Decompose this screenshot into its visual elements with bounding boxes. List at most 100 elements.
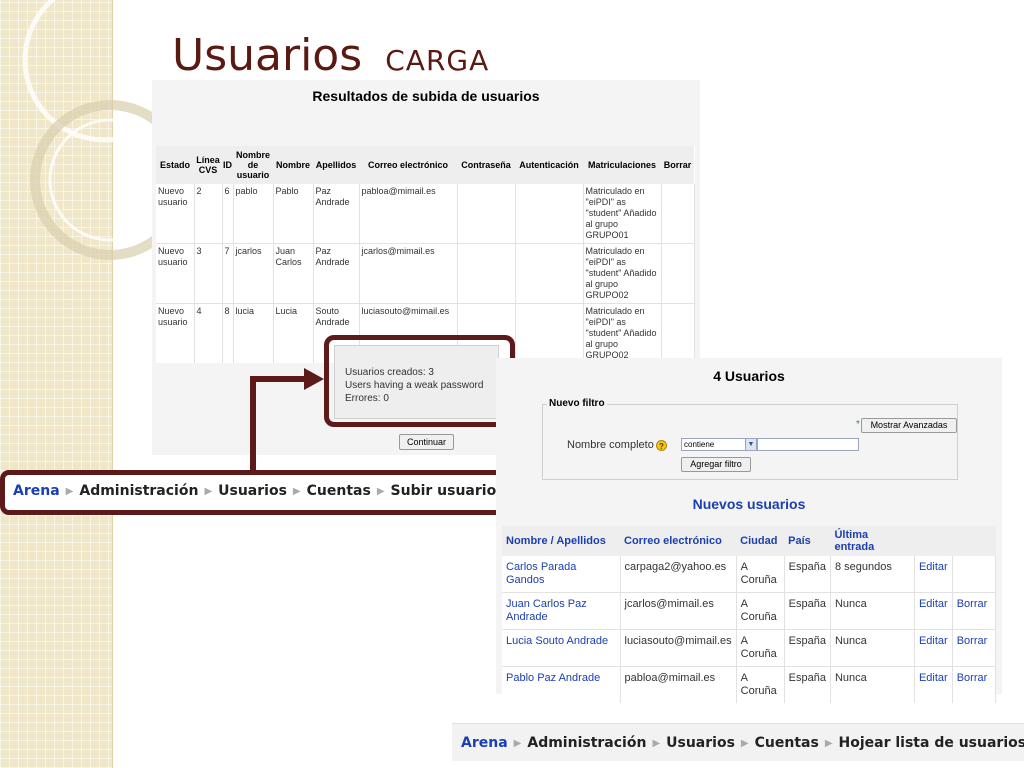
table-row: Juan Carlos Paz Andrade jcarlos@mimail.e… <box>502 592 997 630</box>
filter-value-input[interactable] <box>757 438 859 451</box>
user-country: España <box>784 556 831 593</box>
cell-enrolments: Matriculado en "eiPDI" as "student" Añad… <box>583 303 662 363</box>
add-filter-button[interactable]: Agregar filtro <box>681 457 751 472</box>
chevron-down-icon: ▼ <box>745 439 756 450</box>
edit-link[interactable]: Editar <box>914 629 953 667</box>
cell-id: 8 <box>222 303 234 363</box>
cell-nombre: Pablo <box>273 184 314 244</box>
breadcrumb-administracion[interactable]: Administración <box>79 483 198 499</box>
cell-password <box>457 184 516 244</box>
user-country: España <box>784 592 831 630</box>
summary-highlight-frame <box>324 335 515 427</box>
filter-legend: Nuevo filtro <box>547 398 607 409</box>
user-city: A Coruña <box>736 629 785 667</box>
cell-email: pabloa@mimail.es <box>359 184 458 244</box>
cell-estado: Nuevo usuario <box>156 243 195 304</box>
delete-link[interactable]: Borrar <box>952 592 997 630</box>
continue-button[interactable]: Continuar <box>399 434 454 450</box>
col-delete: Borrar <box>661 146 694 184</box>
user-name-link[interactable]: Lucia Souto Andrade <box>502 629 621 667</box>
breadcrumb-separator-icon: ▶ <box>513 738 522 749</box>
edit-link[interactable]: Editar <box>914 666 953 703</box>
cell-linea: 4 <box>194 303 223 363</box>
cell-apellidos: Paz Andrade <box>313 184 360 244</box>
cell-id: 6 <box>222 184 234 244</box>
user-email: luciasouto@mimail.es <box>620 629 737 667</box>
col-country-sort[interactable]: País <box>784 526 831 556</box>
breadcrumb-separator-icon: ▶ <box>292 486 301 497</box>
col-linea: Línea CVS <box>194 146 222 184</box>
table-row: Pablo Paz Andrade pabloa@mimail.es A Cor… <box>502 666 997 703</box>
cell-nombre: Juan Carlos <box>273 243 314 304</box>
cell-delete <box>661 303 695 363</box>
col-id: ID <box>222 146 233 184</box>
col-apellidos: Apellidos <box>313 146 359 184</box>
breadcrumb-hojear-lista: Hojear lista de usuarios <box>838 735 1024 751</box>
cell-delete <box>661 184 695 244</box>
breadcrumb-user-list: Arena ▶ Administración ▶ Usuarios ▶ Cuentas ▶ Ho… <box>452 723 1024 761</box>
cell-estado: Nuevo usuario <box>156 303 195 363</box>
col-email-sort[interactable]: Correo electrónico <box>620 526 737 556</box>
cell-apellidos: Paz Andrade <box>313 243 360 304</box>
breadcrumb-cuentas[interactable]: Cuentas <box>755 735 819 751</box>
help-icon[interactable]: ? <box>656 440 667 451</box>
cell-enrolments: Matriculado en "eiPDI" as "student" Añad… <box>583 184 662 244</box>
filter-operator-value: contiene <box>684 440 715 449</box>
user-name-link[interactable]: Juan Carlos Paz Andrade <box>502 592 621 630</box>
breadcrumb-usuarios[interactable]: Usuarios <box>218 483 287 499</box>
slide-title: Usuarios CARGA <box>172 30 489 81</box>
breadcrumb-separator-icon: ▶ <box>652 738 661 749</box>
upload-results-heading: Resultados de subida de usuarios <box>312 88 540 104</box>
cell-username: pablo <box>233 184 274 244</box>
new-users-title: Nuevos usuarios <box>692 496 806 512</box>
filter-operator-select[interactable]: contiene ▼ <box>681 438 757 451</box>
breadcrumb-cuentas[interactable]: Cuentas <box>307 483 371 499</box>
cell-delete <box>661 243 695 304</box>
slide-title-main: Usuarios <box>172 30 363 81</box>
user-name-link[interactable]: Carlos Parada Gandos <box>502 556 621 593</box>
user-email: pabloa@mimail.es <box>620 666 737 703</box>
cell-auth <box>515 303 584 363</box>
table-row: Lucia Souto Andrade luciasouto@mimail.es… <box>502 629 997 667</box>
table-row: Nuevo usuario 2 6 pablo Pablo Paz Andrad… <box>156 184 695 244</box>
edit-link[interactable]: Editar <box>914 556 953 593</box>
breadcrumb-arena-link[interactable]: Arena <box>13 483 60 499</box>
slide-title-sub: CARGA <box>385 44 490 77</box>
col-password: Contraseña <box>457 146 515 184</box>
table-row: Carlos Parada Gandos carpaga2@yahoo.es A… <box>502 556 997 593</box>
breadcrumb-arena-link[interactable]: Arena <box>461 735 508 751</box>
breadcrumb-separator-icon: ▶ <box>204 486 213 497</box>
delete-link[interactable]: Borrar <box>952 666 997 703</box>
user-list-table: Nombre / Apellidos Correo electrónico Ci… <box>502 526 997 703</box>
cell-enrolments: Matriculado en "eiPDI" as "student" Añad… <box>583 243 662 304</box>
filter-field-label: Nombre completo <box>567 439 654 451</box>
user-last-access: Nunca <box>830 592 915 630</box>
col-auth: Autenticación <box>515 146 583 184</box>
col-name-sort[interactable]: Nombre / Apellidos <box>502 526 620 556</box>
user-city: A Coruña <box>736 666 785 703</box>
cell-nombre: Lucia <box>273 303 314 363</box>
col-email: Correo electrónico <box>359 146 457 184</box>
cell-password <box>457 243 516 304</box>
upload-results-table: Estado Línea CVS ID Nombre de usuario No… <box>156 146 695 363</box>
col-last-access-sort[interactable]: Última entrada <box>830 526 915 556</box>
user-email: carpaga2@yahoo.es <box>620 556 737 593</box>
breadcrumb-administracion[interactable]: Administración <box>527 735 646 751</box>
edit-link[interactable]: Editar <box>914 592 953 630</box>
cell-linea: 2 <box>194 184 223 244</box>
col-city-sort[interactable]: Ciudad <box>736 526 785 556</box>
delete-link[interactable]: Borrar <box>952 629 997 667</box>
breadcrumb-usuarios[interactable]: Usuarios <box>666 735 735 751</box>
cell-linea: 3 <box>194 243 223 304</box>
breadcrumb-separator-icon: ▶ <box>65 486 74 497</box>
user-country: España <box>784 629 831 667</box>
breadcrumb-upload: Arena ▶ Administración ▶ Usuarios ▶ Cuentas ▶ Su… <box>0 470 507 515</box>
user-name-link[interactable]: Pablo Paz Andrade <box>502 666 621 703</box>
delete-link <box>952 556 997 593</box>
user-last-access: Nunca <box>830 629 915 667</box>
cell-auth <box>515 243 584 304</box>
user-last-access: Nunca <box>830 666 915 703</box>
show-advanced-button[interactable]: Mostrar Avanzadas <box>861 418 957 433</box>
col-enrolments: Matriculaciones <box>583 146 661 184</box>
required-star-icon: * <box>856 419 860 430</box>
